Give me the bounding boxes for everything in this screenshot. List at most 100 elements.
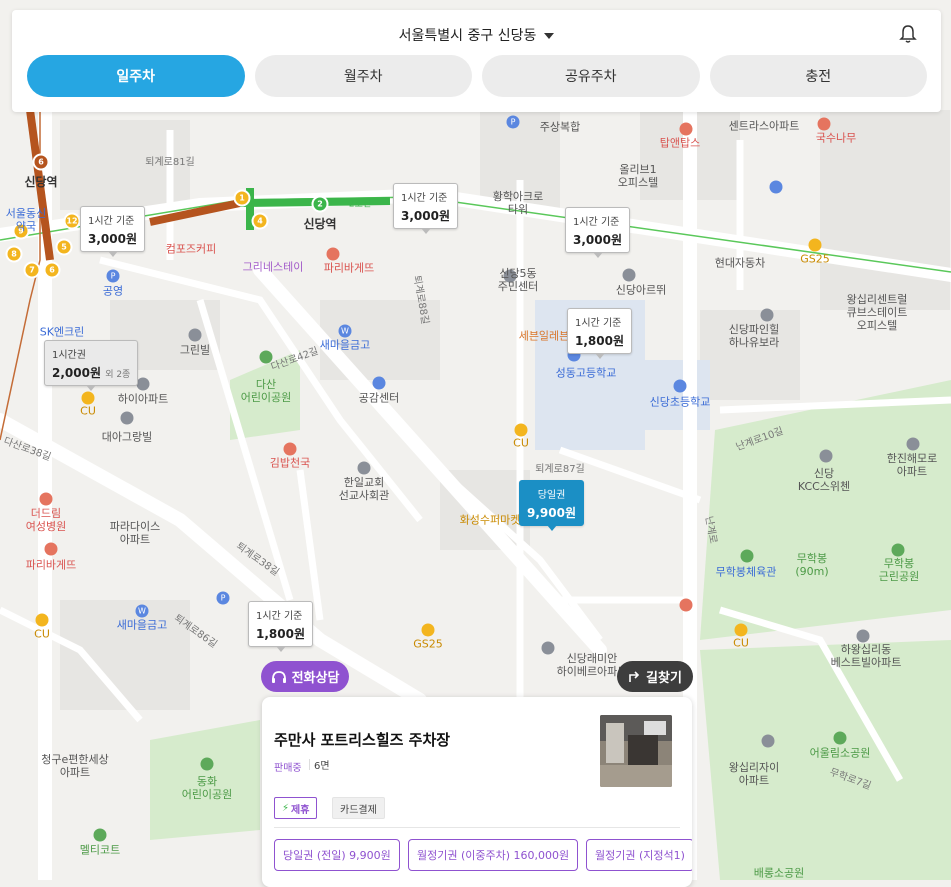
poi-label: 멜티코트 [79, 843, 121, 857]
poi-label: CU [733, 636, 749, 650]
parking-price-marker[interactable]: 1시간 기준 1,800원 [248, 601, 313, 647]
parking-price-marker[interactable]: 1시간 기준 3,000원 [565, 207, 630, 253]
tab-monthly-parking[interactable]: 월주차 [254, 55, 472, 97]
poi-label: 하왕십리동 베스트빌아파트 [830, 642, 902, 669]
ticket-option[interactable]: 당일권 (전일) 9,900원 [274, 839, 400, 871]
poi-label: 새마을금고 [319, 338, 371, 352]
partner-badge: ⚡ 제휴 [274, 797, 318, 819]
price-marker-extra: 외 2종 [105, 370, 131, 380]
parking-poi-icon: P [106, 269, 120, 283]
apartment-poi-icon [120, 411, 134, 425]
poi-label: GS25 [800, 252, 830, 266]
convenience-store-icon [808, 238, 822, 252]
exit-marker: 7 [23, 261, 41, 279]
poi-label: 배롱소공원 [753, 866, 805, 880]
ticket-option[interactable]: 월정기권 (이중주차) 160,000원 [408, 839, 579, 871]
park-poi-icon [200, 757, 214, 771]
apartment-poi-icon [760, 308, 774, 322]
apartment-poi-icon [819, 449, 833, 463]
parking-price-marker[interactable]: 1시간 기준 3,000원 [393, 183, 458, 229]
hospital-poi-icon [39, 492, 53, 506]
headset-icon [271, 670, 286, 683]
parking-lot-card[interactable]: 주만사 포트리스힐즈 주차장 판매중 6면 ⚡ 제휴 카드결제 당일권 (전일) … [262, 697, 692, 887]
price-marker-value: 3,000원 [88, 232, 137, 246]
poi-label: 한진해모로 아파트 [886, 451, 938, 478]
price-marker-label: 1시간권 [52, 350, 86, 361]
apartment-poi-icon [906, 437, 920, 451]
price-marker-amount: 2,000원 [52, 366, 101, 380]
building-poi-icon [541, 641, 555, 655]
apartment-poi-icon [761, 734, 775, 748]
tab-charging[interactable]: 충전 [709, 55, 927, 97]
poi-label: CU [513, 436, 529, 450]
street-label: 퇴계로81길 [145, 157, 195, 168]
location-selector[interactable]: 서울특별시 중구 신당동 [12, 25, 941, 45]
phone-consult-button[interactable]: 전화상담 [261, 661, 349, 692]
restaurant-poi-icon [679, 598, 693, 612]
parking-lot-photo[interactable] [600, 715, 672, 787]
exit-marker: 4 [251, 212, 269, 230]
restaurant-poi-icon [283, 442, 297, 456]
ticket-option[interactable]: 월정기권 (지정석1) [586, 839, 692, 871]
apartment-poi-icon [856, 629, 870, 643]
parking-price-marker[interactable]: 1시간 기준 3,000원 [80, 206, 145, 252]
poi-label: 청구e편한세상 아파트 [41, 752, 109, 779]
poi-label: 센트라스아파트 [728, 119, 800, 133]
poi-label: CU [34, 627, 50, 641]
poi-label: 새마을금고 [116, 618, 168, 632]
price-marker-value: 1,800원 [256, 627, 305, 641]
station-label: 신당역 [24, 174, 58, 189]
poi-label: 국수나무 [815, 131, 857, 145]
poi-label: 파라다이스 아파트 [109, 519, 161, 546]
school-poi-icon [673, 379, 687, 393]
poi-label: 신당파인힐 하나유보라 [728, 322, 780, 349]
price-marker-value: 3,000원 [401, 209, 450, 223]
bank-poi-icon: W [338, 324, 352, 338]
tab-shared-parking[interactable]: 공유주차 [482, 55, 700, 97]
parking-price-marker[interactable]: 1시간권 2,000원 외 2종 [44, 340, 139, 386]
poi-label: 대아그랑빌 [101, 430, 153, 444]
poi-label: 더드림 여성병원 [25, 506, 67, 533]
restaurant-poi-icon [817, 117, 831, 131]
poi-label: 세븐일레븐 [518, 329, 570, 343]
poi-label: 한일교회 선교사회관 [338, 475, 390, 502]
parking-poi-icon: P [216, 591, 230, 605]
partner-badge-label: 제휴 [291, 804, 310, 816]
top-filter-panel: 서울특별시 중구 신당동 일주차 월주차 공유주차 충전 [12, 10, 941, 112]
poi-label: 공영 [102, 284, 124, 298]
location-text: 서울특별시 중구 신당동 [398, 28, 537, 44]
parking-lot-title: 주만사 포트리스힐즈 주차장 [274, 731, 451, 749]
phone-consult-label: 전화상담 [291, 671, 340, 686]
lightning-icon: ⚡ [282, 802, 290, 814]
price-marker-value: 3,000원 [573, 233, 622, 247]
sale-status: 판매중 [274, 763, 302, 774]
parking-poi-icon: P [506, 115, 520, 129]
poi-label: 서울동신 약국 [5, 206, 47, 233]
price-marker-label: 1시간 기준 [573, 217, 620, 228]
directions-label: 길찾기 [646, 671, 682, 686]
park-poi-icon [740, 549, 754, 563]
bank-poi-icon: W [135, 604, 149, 618]
poi-label: 신당 KCC스위첸 [797, 466, 851, 493]
building-poi-icon [357, 461, 371, 475]
poi-label: 그리네스테이 [242, 260, 304, 274]
price-marker-label: 1시간 기준 [256, 611, 303, 622]
turn-right-arrow-icon [629, 671, 640, 682]
exit-marker: 5 [55, 238, 73, 256]
park-poi-icon [93, 828, 107, 842]
parking-price-marker[interactable]: 1시간 기준 1,800원 [567, 308, 632, 354]
tab-daily-parking[interactable]: 일주차 [27, 55, 245, 97]
poi-label: 황학아크로 타워 [492, 189, 544, 216]
poi-label: 신당아르뛰 [615, 283, 667, 297]
exit-marker: 8 [5, 245, 23, 263]
divider [274, 827, 680, 828]
poi-label: 다산 어린이공원 [240, 377, 292, 404]
bell-icon[interactable] [899, 24, 917, 44]
poi-label: 파리바게뜨 [323, 261, 375, 275]
price-marker-value: 9,900원 [527, 506, 576, 520]
poi-label: 신당초등학교 [649, 395, 711, 409]
directions-button[interactable]: 길찾기 [617, 661, 693, 692]
station-label: 신당역 [303, 216, 337, 231]
selected-parking-price-marker[interactable]: 당일권 9,900원 [519, 480, 584, 526]
caret-down-icon [544, 33, 555, 39]
